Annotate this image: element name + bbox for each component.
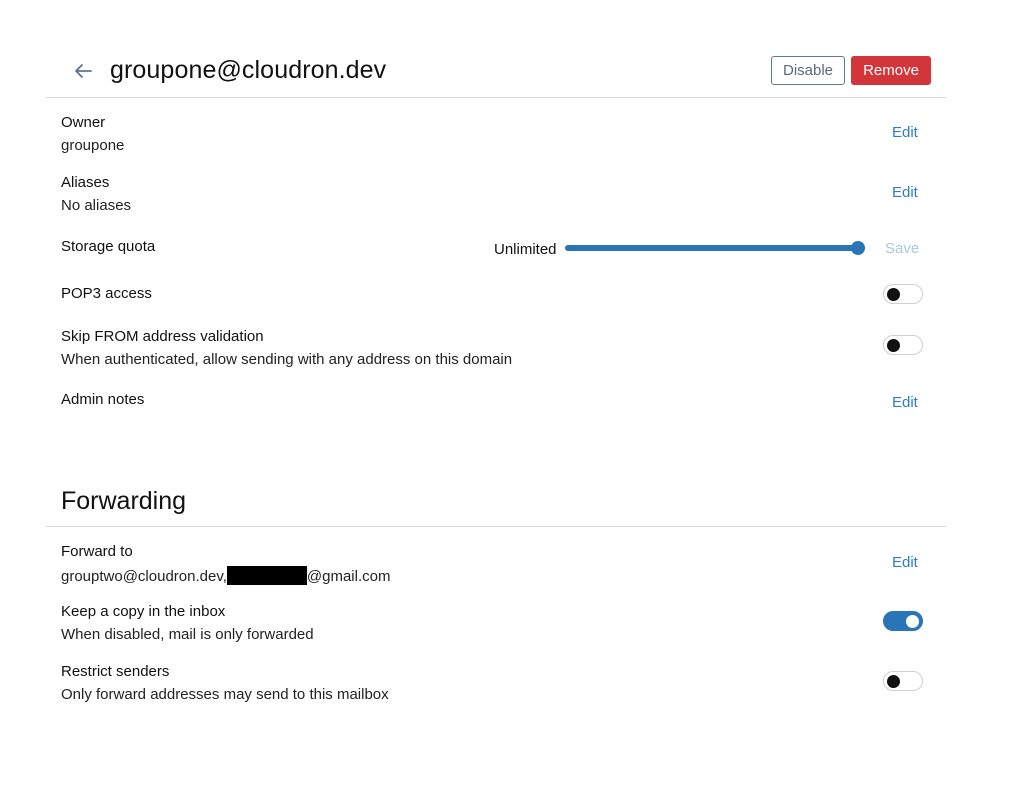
restrict-senders-toggle[interactable] xyxy=(883,671,923,691)
forward-to-edit-link[interactable]: Edit xyxy=(892,554,918,571)
skip-from-validation-label: Skip FROM address validation xyxy=(61,328,264,345)
storage-quota-save-button[interactable]: Save xyxy=(885,240,919,257)
forward-to-address-suffix: @gmail.com xyxy=(306,568,391,585)
forwarding-section-title: Forwarding xyxy=(61,487,187,515)
back-arrow-icon[interactable] xyxy=(72,60,94,82)
admin-notes-label: Admin notes xyxy=(61,391,145,408)
toggle-knob xyxy=(887,288,900,301)
disable-button[interactable]: Disable xyxy=(771,56,845,85)
keep-copy-toggle[interactable] xyxy=(883,611,923,631)
skip-from-validation-toggle[interactable] xyxy=(883,335,923,355)
pop3-access-toggle[interactable] xyxy=(883,284,923,304)
aliases-value: No aliases xyxy=(61,197,132,214)
keep-copy-label: Keep a copy in the inbox xyxy=(61,603,226,620)
restrict-senders-label: Restrict senders xyxy=(61,663,170,680)
forward-to-label: Forward to xyxy=(61,543,133,560)
slider-fill xyxy=(565,245,858,251)
skip-from-validation-description: When authenticated, allow sending with a… xyxy=(61,351,513,368)
toggle-knob xyxy=(887,339,900,352)
page-header: groupone@cloudron.dev Disable Remove xyxy=(46,48,946,98)
toggle-knob xyxy=(906,615,919,628)
owner-edit-link[interactable]: Edit xyxy=(892,124,918,141)
owner-label: Owner xyxy=(61,114,106,131)
toggle-knob xyxy=(887,675,900,688)
aliases-edit-link[interactable]: Edit xyxy=(892,184,918,201)
storage-quota-label: Storage quota xyxy=(61,238,156,255)
redacted-block xyxy=(226,566,307,585)
page-title: groupone@cloudron.dev xyxy=(110,56,387,84)
forward-to-address: grouptwo@cloudron.dev, xyxy=(61,568,227,585)
pop3-access-label: POP3 access xyxy=(61,285,152,302)
owner-value: groupone xyxy=(61,137,125,154)
storage-quota-value: Unlimited xyxy=(494,241,557,258)
forward-to-value: grouptwo@cloudron.dev, @gmail.com xyxy=(61,566,390,585)
aliases-label: Aliases xyxy=(61,174,110,191)
restrict-senders-description: Only forward addresses may send to this … xyxy=(61,686,389,703)
remove-button[interactable]: Remove xyxy=(851,56,931,85)
slider-thumb[interactable] xyxy=(851,241,865,255)
section-divider xyxy=(46,526,946,527)
keep-copy-description: When disabled, mail is only forwarded xyxy=(61,626,314,643)
storage-quota-slider[interactable] xyxy=(565,241,865,255)
admin-notes-edit-link[interactable]: Edit xyxy=(892,394,918,411)
